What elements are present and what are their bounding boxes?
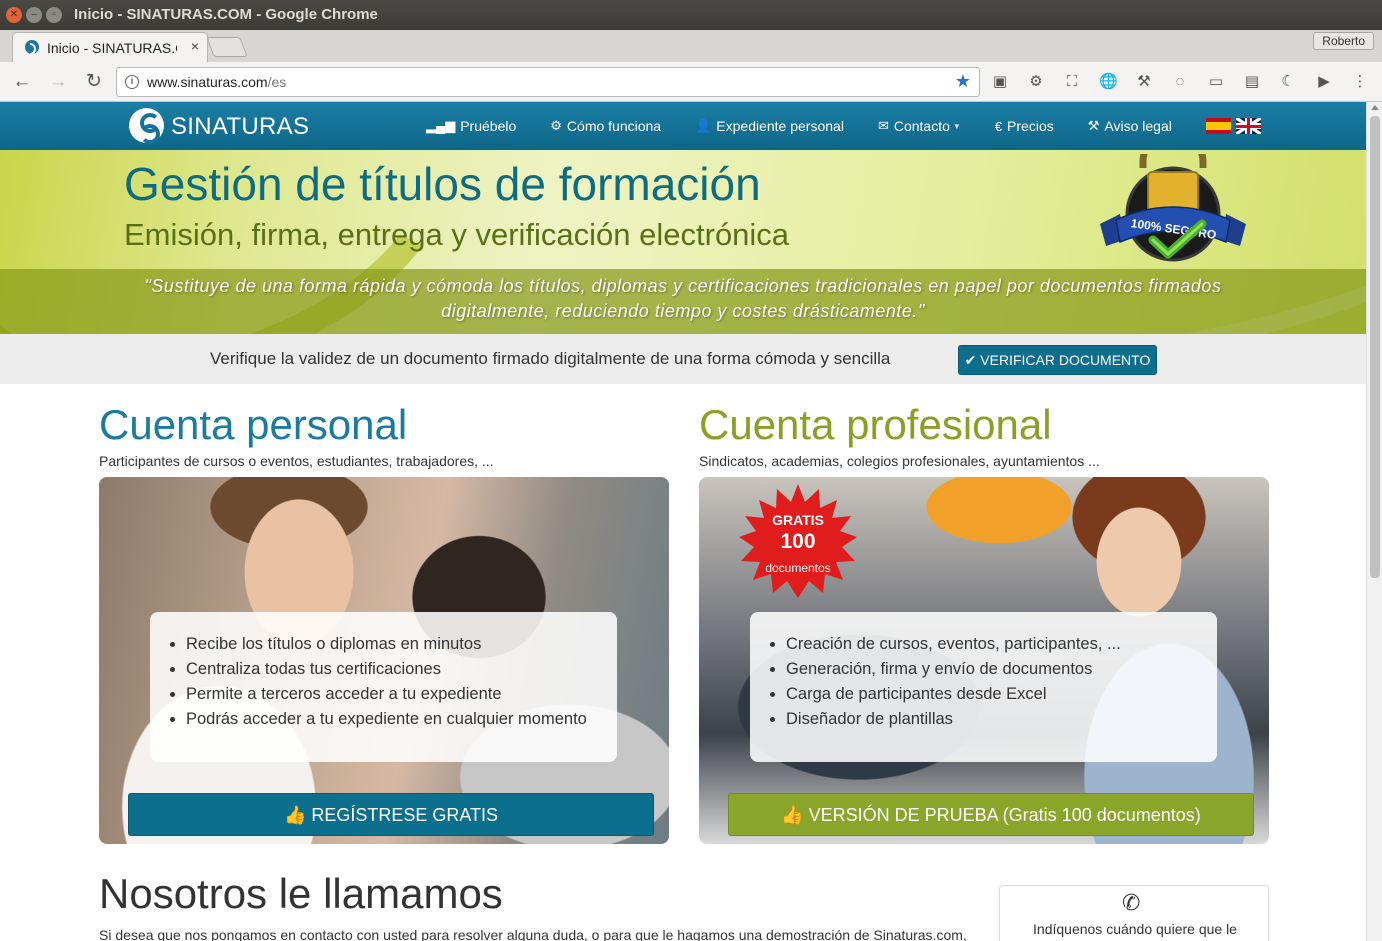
webpage: SINATURAS ▂▄▆ Pruébelo ⚙ Cómo funciona 👤 Ex…	[0, 102, 1366, 941]
user-icon: 👤	[695, 118, 712, 133]
scroll-up-arrow-icon[interactable]	[1371, 105, 1379, 110]
new-tab-button[interactable]	[206, 37, 248, 57]
list-item: Permite a terceros acceder a tu expedien…	[186, 682, 605, 707]
browser-tab[interactable]: Inicio - SINATURAS.COM ×	[12, 32, 208, 62]
gear-icon: ⚙	[550, 118, 562, 133]
professional-features-card: Creación de cursos, eventos, participant…	[750, 612, 1217, 762]
register-free-button[interactable]: 👍 REGÍSTRESE GRATIS	[128, 793, 654, 836]
professional-account-section: Cuenta profesional Sindicatos, academias…	[699, 400, 1269, 844]
check-icon: ✔	[964, 352, 981, 368]
callback-box[interactable]: ✆ Indíquenos cuándo quiere que le	[999, 885, 1269, 941]
tab-strip: Inicio - SINATURAS.COM × Roberto	[0, 30, 1382, 62]
window-close-button[interactable]: ✕	[6, 7, 22, 23]
window-title: Inicio - SINATURAS.COM - Google Chrome	[74, 6, 378, 23]
verify-document-button[interactable]: ✔ VERIFICAR DOCUMENTO	[958, 345, 1157, 375]
hero-banner: Gestión de títulos de formación Emisión,…	[0, 150, 1366, 334]
list-item: Creación de cursos, eventos, participant…	[786, 632, 1205, 657]
nav-contacto[interactable]: ✉ Contacto ▼	[878, 118, 961, 134]
site-favicon-icon	[25, 40, 39, 55]
site-info-icon[interactable]: i	[125, 75, 139, 89]
tab-title: Inicio - SINATURAS.COM	[47, 40, 177, 56]
reload-icon[interactable]: ↻	[82, 70, 106, 94]
callback-box-text: Indíquenos cuándo quiere que le	[1033, 921, 1237, 937]
window-maximize-button[interactable]: ▫	[46, 7, 62, 23]
extension-moon-icon[interactable]: ☾	[1279, 73, 1297, 91]
personal-account-title: Cuenta personal	[99, 401, 408, 448]
main-menu: ▂▄▆ Pruébelo ⚙ Cómo funciona 👤 Expediente p…	[426, 102, 1266, 150]
tab-close-icon[interactable]: ×	[191, 38, 199, 54]
envelope-icon: ✉	[877, 118, 889, 133]
extension-page-icon[interactable]: ▤	[1243, 73, 1261, 91]
forward-arrow-icon[interactable]: →	[46, 70, 70, 94]
address-bar[interactable]: i www.sinaturas.com/es ★	[116, 67, 980, 97]
url-text[interactable]: www.sinaturas.com/es	[147, 74, 286, 90]
personal-features-card: Recibe los títulos o diplomas en minutos…	[150, 612, 617, 762]
free-100-burst-badge: GRATIS 100 documentos	[739, 484, 857, 602]
list-item: Centraliza todas tus certificaciones	[186, 657, 605, 682]
chrome-menu-icon[interactable]: ⋮	[1351, 73, 1369, 91]
extension-circle-icon[interactable]: ◌	[1171, 73, 1189, 91]
nav-pruebelo[interactable]: ▂▄▆ Pruébelo	[426, 118, 516, 134]
callus-title: Nosotros le llamamos	[99, 870, 503, 917]
gavel-icon: ⚒	[1087, 118, 1100, 133]
nav-aviso-legal[interactable]: ⚒ Aviso legal	[1088, 118, 1172, 134]
nav-precios[interactable]: € Precios	[995, 118, 1054, 134]
site-navbar: SINATURAS ▂▄▆ Pruébelo ⚙ Cómo funciona 👤 Ex…	[0, 102, 1366, 150]
euro-icon: €	[994, 118, 1003, 134]
extension-window-icon[interactable]: ▣	[991, 73, 1009, 91]
trial-version-button[interactable]: 👍 VERSIÓN DE PRUEBA (Gratis 100 document…	[728, 793, 1254, 836]
extension-screenshot-icon[interactable]: ⛶	[1063, 73, 1081, 91]
nav-como-funciona[interactable]: ⚙ Cómo funciona	[550, 118, 661, 134]
list-item: Recibe los títulos o diplomas en minutos	[186, 632, 605, 657]
spanish-flag-icon[interactable]	[1205, 118, 1231, 134]
professional-account-subtitle: Sindicatos, academias, colegios profesio…	[699, 453, 1100, 469]
thumbs-up-icon: 👍	[283, 805, 312, 825]
secure-padlock-badge-icon: 100% SEGURO	[1100, 154, 1246, 262]
list-item: Generación, firma y envío de documentos	[786, 657, 1205, 682]
english-flag-icon[interactable]	[1235, 118, 1261, 134]
scrollbar-thumb[interactable]	[1370, 116, 1380, 578]
office-photo: GRATIS 100 documentos Creación de cursos…	[699, 477, 1269, 844]
nav-expediente-personal[interactable]: 👤 Expediente personal	[695, 118, 844, 134]
back-arrow-icon[interactable]: ←	[10, 70, 34, 94]
window-minimize-button[interactable]: –	[26, 7, 42, 23]
students-photo: Recibe los títulos o diplomas en minutos…	[99, 477, 669, 844]
extension-play-icon[interactable]: ▶	[1315, 73, 1333, 91]
window-titlebar: ✕ – ▫ Inicio - SINATURAS.COM - Google Ch…	[0, 0, 1382, 30]
extension-rect-icon[interactable]: ▭	[1207, 73, 1225, 91]
list-item: Podrás acceder a tu expediente en cualqu…	[186, 707, 605, 732]
personal-account-section: Cuenta personal Participantes de cursos …	[99, 400, 669, 844]
bookmark-star-icon[interactable]: ★	[955, 71, 971, 92]
extension-globe-icon[interactable]: 🌐	[1099, 73, 1118, 91]
caret-down-icon: ▼	[952, 121, 961, 131]
thumbs-up-icon: 👍	[781, 805, 809, 825]
logo-text: SINATURAS	[171, 113, 310, 140]
profile-button[interactable]: Roberto	[1313, 32, 1374, 50]
extension-tool-icon[interactable]: ⚒	[1135, 73, 1153, 91]
hero-quote: "Sustituye de una forma rápida y cómoda …	[144, 276, 1222, 321]
phone-icon: ✆	[1122, 890, 1141, 915]
browser-toolbar: ← → ↻ i www.sinaturas.com/es ★ ▣ ⚙ ⛶ 🌐 ⚒…	[0, 62, 1382, 102]
signal-icon: ▂▄▆	[426, 118, 456, 133]
hero-title: Gestión de títulos de formación	[124, 158, 761, 210]
extension-gear-icon[interactable]: ⚙	[1027, 73, 1045, 91]
professional-account-title: Cuenta profesional	[699, 401, 1052, 448]
hero-subtitle: Emisión, firma, entrega y verificación e…	[124, 217, 790, 252]
logo-mark-icon	[129, 108, 164, 144]
page-scrollbar[interactable]	[1366, 102, 1382, 941]
verify-text: Verifique la validez de un documento fir…	[210, 349, 891, 368]
list-item: Diseñador de plantillas	[786, 707, 1205, 732]
personal-account-subtitle: Participantes de cursos o eventos, estud…	[99, 453, 494, 469]
list-item: Carga de participantes desde Excel	[786, 682, 1205, 707]
verify-bar: Verifique la validez de un documento fir…	[0, 334, 1366, 384]
callus-text: Si desea que nos pongamos en contacto co…	[99, 927, 967, 941]
